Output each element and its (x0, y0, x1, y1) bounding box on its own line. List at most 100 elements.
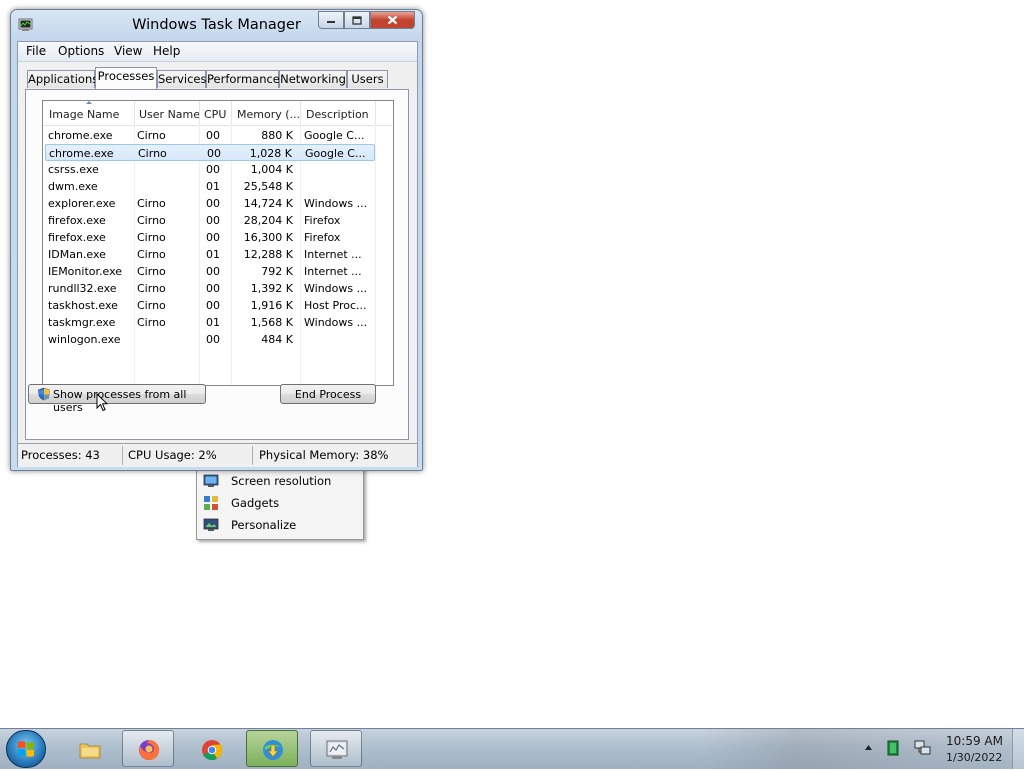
task-manager-window: Windows Task Manager File Options View H… (10, 9, 423, 471)
column-image-name[interactable]: Image Name (49, 108, 119, 121)
clock-date[interactable]: 1/30/2022 (946, 751, 1002, 764)
table-row[interactable]: IDMan.exe Cirno 01 12,288 K Internet ... (45, 246, 375, 263)
column-user-name[interactable]: User Name (139, 108, 200, 121)
sort-ascending-icon (86, 101, 92, 104)
cell-memory: 880 K (261, 129, 293, 142)
start-button[interactable] (6, 730, 46, 768)
cell-user-name: Cirno (137, 197, 166, 210)
cell-user-name: Cirno (138, 147, 167, 160)
cell-description: Windows ... (304, 282, 368, 295)
cell-cpu: 01 (206, 180, 220, 193)
menu-view[interactable]: View (114, 44, 142, 58)
cell-user-name: Cirno (137, 231, 166, 244)
processes-panel: Image Name User Name CPU Memory (... Des… (25, 89, 409, 440)
table-row[interactable]: explorer.exe Cirno 00 14,724 K Windows ... (45, 195, 375, 212)
tab-networking[interactable]: Networking (279, 70, 347, 88)
table-row[interactable]: taskhost.exe Cirno 00 1,916 K Host Proc... (45, 297, 375, 314)
table-row[interactable]: chrome.exe Cirno 00 880 K Google C... (45, 127, 375, 144)
cell-memory: 1,392 K (250, 282, 293, 295)
context-item-personalize[interactable]: Personalize (197, 514, 363, 536)
table-row[interactable]: csrss.exe 00 1,004 K (45, 161, 375, 178)
cell-cpu: 00 (206, 163, 220, 176)
show-all-processes-button[interactable]: Show processes from all users (28, 384, 206, 414)
cell-memory: 25,548 K (243, 180, 293, 193)
table-row[interactable]: winlogon.exe 00 484 K (45, 331, 375, 348)
cell-description: Firefox (304, 214, 341, 227)
cell-user-name: Cirno (137, 282, 166, 295)
show-desktop-button[interactable] (1012, 729, 1024, 769)
status-processes: Processes: 43 (21, 448, 100, 462)
tab-users[interactable]: Users (347, 70, 388, 88)
windows-logo-icon (18, 741, 34, 757)
gadgets-icon (204, 496, 218, 510)
tab-processes[interactable]: Processes (95, 67, 157, 89)
cell-cpu: 01 (206, 248, 220, 261)
idm-icon (263, 740, 283, 760)
table-row[interactable]: firefox.exe Cirno 00 28,204 K Firefox (45, 212, 375, 229)
end-process-button[interactable]: End Process (280, 384, 376, 404)
menu-options[interactable]: Options (58, 44, 104, 58)
maximize-icon (352, 15, 362, 25)
cell-memory: 1,916 K (250, 299, 293, 312)
show-hidden-icons-arrow-icon[interactable] (864, 744, 873, 752)
column-cpu[interactable]: CPU (204, 108, 226, 121)
cell-memory: 1,004 K (250, 163, 293, 176)
column-memory[interactable]: Memory (... (237, 108, 300, 121)
tab-applications[interactable]: Applications (27, 70, 98, 88)
chrome-icon (202, 740, 223, 761)
column-description[interactable]: Description (306, 108, 369, 121)
taskbar-task-manager[interactable] (310, 730, 362, 767)
cell-user-name: Cirno (137, 129, 166, 142)
window-client-area: File Options View Help Applications Proc… (17, 41, 418, 467)
context-item-label: Gadgets (231, 496, 280, 510)
folder-icon (79, 743, 101, 759)
task-manager-icon (326, 740, 348, 759)
column-divider[interactable] (300, 101, 301, 125)
cell-memory: 792 K (261, 265, 293, 278)
cell-cpu: 00 (206, 129, 220, 142)
tab-performance[interactable]: Performance (206, 70, 280, 88)
clock-time[interactable]: 10:59 AM (946, 734, 1003, 748)
table-row[interactable]: IEMonitor.exe Cirno 00 792 K Internet ... (45, 263, 375, 280)
cell-description: Windows ... (304, 197, 368, 210)
cell-image-name: IDMan.exe (48, 248, 106, 261)
network-icon[interactable] (914, 739, 932, 757)
status-divider (122, 446, 123, 465)
status-bar: Processes: 43 CPU Usage: 2% Physical Mem… (18, 443, 417, 467)
cell-user-name: Cirno (137, 299, 166, 312)
process-list[interactable]: Image Name User Name CPU Memory (... Des… (42, 100, 394, 386)
context-item-gadgets[interactable]: Gadgets (197, 492, 363, 514)
column-divider[interactable] (134, 101, 135, 125)
cell-image-name: winlogon.exe (48, 333, 121, 346)
taskbar-firefox[interactable] (122, 730, 174, 767)
cell-image-name: firefox.exe (48, 214, 106, 227)
minimize-button[interactable] (318, 11, 344, 29)
table-row[interactable]: dwm.exe 01 25,548 K (45, 178, 375, 195)
maximize-button[interactable] (344, 11, 370, 29)
column-divider[interactable] (375, 101, 376, 125)
cell-image-name: taskmgr.exe (48, 316, 116, 329)
table-row[interactable]: firefox.exe Cirno 00 16,300 K Firefox (45, 229, 375, 246)
taskbar-idm[interactable] (246, 730, 298, 767)
taskbar-chrome[interactable] (185, 730, 237, 767)
table-row[interactable]: taskmgr.exe Cirno 01 1,568 K Windows ... (45, 314, 375, 331)
menu-help[interactable]: Help (153, 44, 180, 58)
status-physical-memory: Physical Memory: 38% (259, 448, 389, 462)
tray-app-icon[interactable] (886, 740, 900, 756)
close-button[interactable] (370, 11, 415, 29)
cell-cpu: 01 (206, 316, 220, 329)
mouse-cursor-icon (96, 393, 108, 412)
column-divider[interactable] (231, 101, 232, 125)
cell-memory: 12,288 K (243, 248, 293, 261)
column-divider[interactable] (199, 101, 200, 125)
context-item-screen-resolution[interactable]: Screen resolution (197, 470, 363, 492)
table-row[interactable]: chrome.exe Cirno 00 1,028 K Google C... (45, 144, 375, 161)
cell-memory: 16,300 K (243, 231, 293, 244)
taskbar-explorer[interactable] (63, 730, 115, 767)
table-row[interactable]: rundll32.exe Cirno 00 1,392 K Windows ... (45, 280, 375, 297)
tab-services[interactable]: Services (157, 70, 207, 88)
menu-file[interactable]: File (26, 44, 46, 58)
cell-description: Firefox (304, 231, 341, 244)
menu-bar: File Options View Help (18, 42, 417, 62)
context-item-label: Personalize (231, 518, 297, 532)
